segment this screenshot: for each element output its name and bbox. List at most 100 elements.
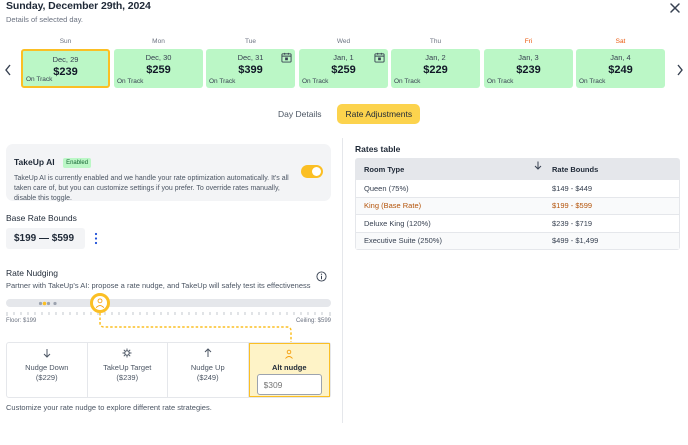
day-column: Tue Dec, 31 $399 On Track [206, 38, 295, 90]
sort-arrow-down-icon[interactable] [534, 161, 542, 170]
day-price: $239 [516, 64, 541, 76]
day-card[interactable]: Jan, 1 $259 On Track [299, 49, 388, 88]
table-cell-bounds: $499 - $1,499 [552, 236, 599, 246]
nudge-up-value: ($249) [196, 373, 219, 382]
day-date: Dec, 31 [237, 53, 264, 62]
nudge-up-label: Nudge Up [190, 363, 225, 372]
takeup-target-option[interactable]: TakeUp Target ($239) [88, 343, 168, 397]
rates-table-header: Room Type Rate Bounds [356, 159, 679, 179]
arrow-up-icon [204, 348, 212, 357]
day-status: On Track [394, 78, 421, 85]
table-cell-bounds: $199 - $599 [552, 201, 593, 211]
day-price: $229 [423, 64, 448, 76]
day-status: On Track [26, 76, 53, 83]
rate-nudging-subtitle: Partner with TakeUp's AI: propose a rate… [6, 281, 311, 290]
day-price: $399 [238, 64, 263, 76]
day-price: $259 [146, 64, 171, 76]
status-badge: Enabled [63, 158, 92, 168]
day-price: $259 [331, 64, 356, 76]
day-status: On Track [209, 78, 236, 85]
info-icon[interactable] [316, 271, 327, 282]
toggle-knob [312, 167, 321, 176]
day-card[interactable]: Dec, 31 $399 On Track [206, 49, 295, 88]
table-row: Queen (75%) $149 - $449 [356, 179, 679, 197]
table-row: King (Base Rate) $199 - $599 [356, 196, 679, 214]
chevron-left-icon[interactable] [3, 63, 13, 77]
column-header-room-type: Room Type [364, 164, 405, 174]
slider-ceiling-label: Ceiling: $599 [295, 318, 331, 324]
slider-floor-label: Floor: $199 [6, 318, 37, 324]
table-row: Executive Suite (250%) $499 - $1,499 [356, 231, 679, 249]
nudge-down-value: ($229) [35, 373, 58, 382]
base-rate-label: Base Rate Bounds [6, 213, 77, 223]
person-icon [285, 349, 294, 359]
day-column: Sat Jan, 4 $249 On Track [576, 38, 665, 90]
day-column: Fri Jan, 3 $239 On Track [484, 38, 573, 90]
takeup-ai-toggle[interactable] [301, 165, 323, 178]
day-weekday: Tue [245, 38, 256, 45]
alt-nudge-option[interactable]: Alt nudge [248, 343, 330, 397]
day-weekday: Wed [336, 38, 351, 45]
day-weekday: Sun [59, 38, 72, 45]
table-cell-room: Queen (75%) [364, 183, 409, 193]
takeup-target-label: TakeUp Target [103, 363, 152, 372]
day-weekday: Fri [524, 38, 533, 45]
nudge-options: Nudge Down ($229) TakeUp Target ($239) N… [6, 342, 331, 398]
rate-nudging-label: Rate Nudging [6, 268, 58, 278]
table-row: Deluxe King (120%) $239 - $719 [356, 214, 679, 232]
table-cell-room: Deluxe King (120%) [364, 218, 431, 228]
day-card-selected[interactable]: Dec, 29 $239 On Track [21, 49, 110, 88]
day-date: Jan, 2 [425, 53, 446, 62]
day-status: On Track [579, 78, 606, 85]
column-header-rate-bounds[interactable]: Rate Bounds [552, 165, 679, 174]
table-cell-room: Executive Suite (250%) [364, 236, 442, 246]
day-column: Sun Dec, 29 $239 On Track [21, 38, 110, 90]
day-status: On Track [302, 78, 329, 85]
page-subtitle: Details of selected day. [6, 15, 83, 24]
day-weekday: Thu [429, 38, 442, 45]
nudge-down-option[interactable]: Nudge Down ($229) [7, 343, 88, 397]
nudge-up-option[interactable]: Nudge Up ($249) [168, 343, 249, 397]
alt-nudge-input[interactable] [256, 374, 322, 395]
alt-nudge-label: Alt nudge [271, 363, 307, 372]
chevron-right-icon[interactable] [675, 63, 685, 77]
day-column: Wed Jan, 1 $259 On Track [299, 38, 388, 90]
person-icon [95, 298, 105, 309]
page-title: Sunday, December 29th, 2024 [6, 0, 151, 12]
slider-markers [38, 301, 57, 306]
takeup-ai-card: TakeUp AI Enabled TakeUp AI is currently… [6, 144, 331, 202]
day-status: On Track [487, 78, 514, 85]
rates-table-title: Rates table [355, 144, 401, 154]
day-column: Mon Dec, 30 $259 On Track [114, 38, 203, 90]
more-options-icon[interactable] [93, 232, 99, 245]
customize-note: Customize your rate nudge to explore dif… [6, 403, 212, 412]
day-price: $249 [608, 64, 633, 76]
takeup-ai-title: TakeUp AI [14, 157, 55, 167]
close-icon[interactable] [668, 1, 682, 15]
header: Sunday, December 29th, 2024 Details of s… [6, 0, 151, 24]
arrow-down-icon [43, 349, 51, 358]
tab-day-details[interactable]: Day Details [270, 104, 329, 124]
takeup-target-value: ($239) [116, 373, 139, 382]
day-card[interactable]: Dec, 30 $259 On Track [114, 49, 203, 88]
day-column: Thu Jan, 2 $229 On Track [391, 38, 480, 90]
base-rate-value: $199 — $599 [6, 228, 85, 249]
day-strip: Sun Dec, 29 $239 On Track Mon Dec, 30 $2… [0, 38, 688, 90]
day-date: Dec, 30 [145, 53, 172, 62]
nudge-down-label: Nudge Down [25, 363, 69, 372]
day-date: Jan, 3 [518, 53, 539, 62]
day-weekday: Mon [152, 38, 165, 45]
rates-table: Room Type Rate Bounds Queen (75%) $149 -… [355, 158, 680, 250]
nudge-slider-handle[interactable] [90, 293, 110, 313]
day-date: Dec, 29 [52, 55, 79, 64]
tab-bar: Day Details Rate Adjustments [270, 104, 421, 124]
tab-rate-adjustments[interactable]: Rate Adjustments [337, 104, 421, 124]
day-status: On Track [117, 78, 144, 85]
takeup-ai-description: TakeUp AI is currently enabled and we ha… [14, 175, 289, 202]
day-date: Jan, 1 [333, 53, 354, 62]
day-card[interactable]: Jan, 3 $239 On Track [484, 49, 573, 88]
day-card[interactable]: Jan, 2 $229 On Track [391, 49, 480, 88]
table-cell-room: King (Base Rate) [364, 201, 422, 211]
day-card[interactable]: Jan, 4 $249 On Track [576, 49, 665, 88]
column-header[interactable]: Room Type [356, 161, 552, 174]
